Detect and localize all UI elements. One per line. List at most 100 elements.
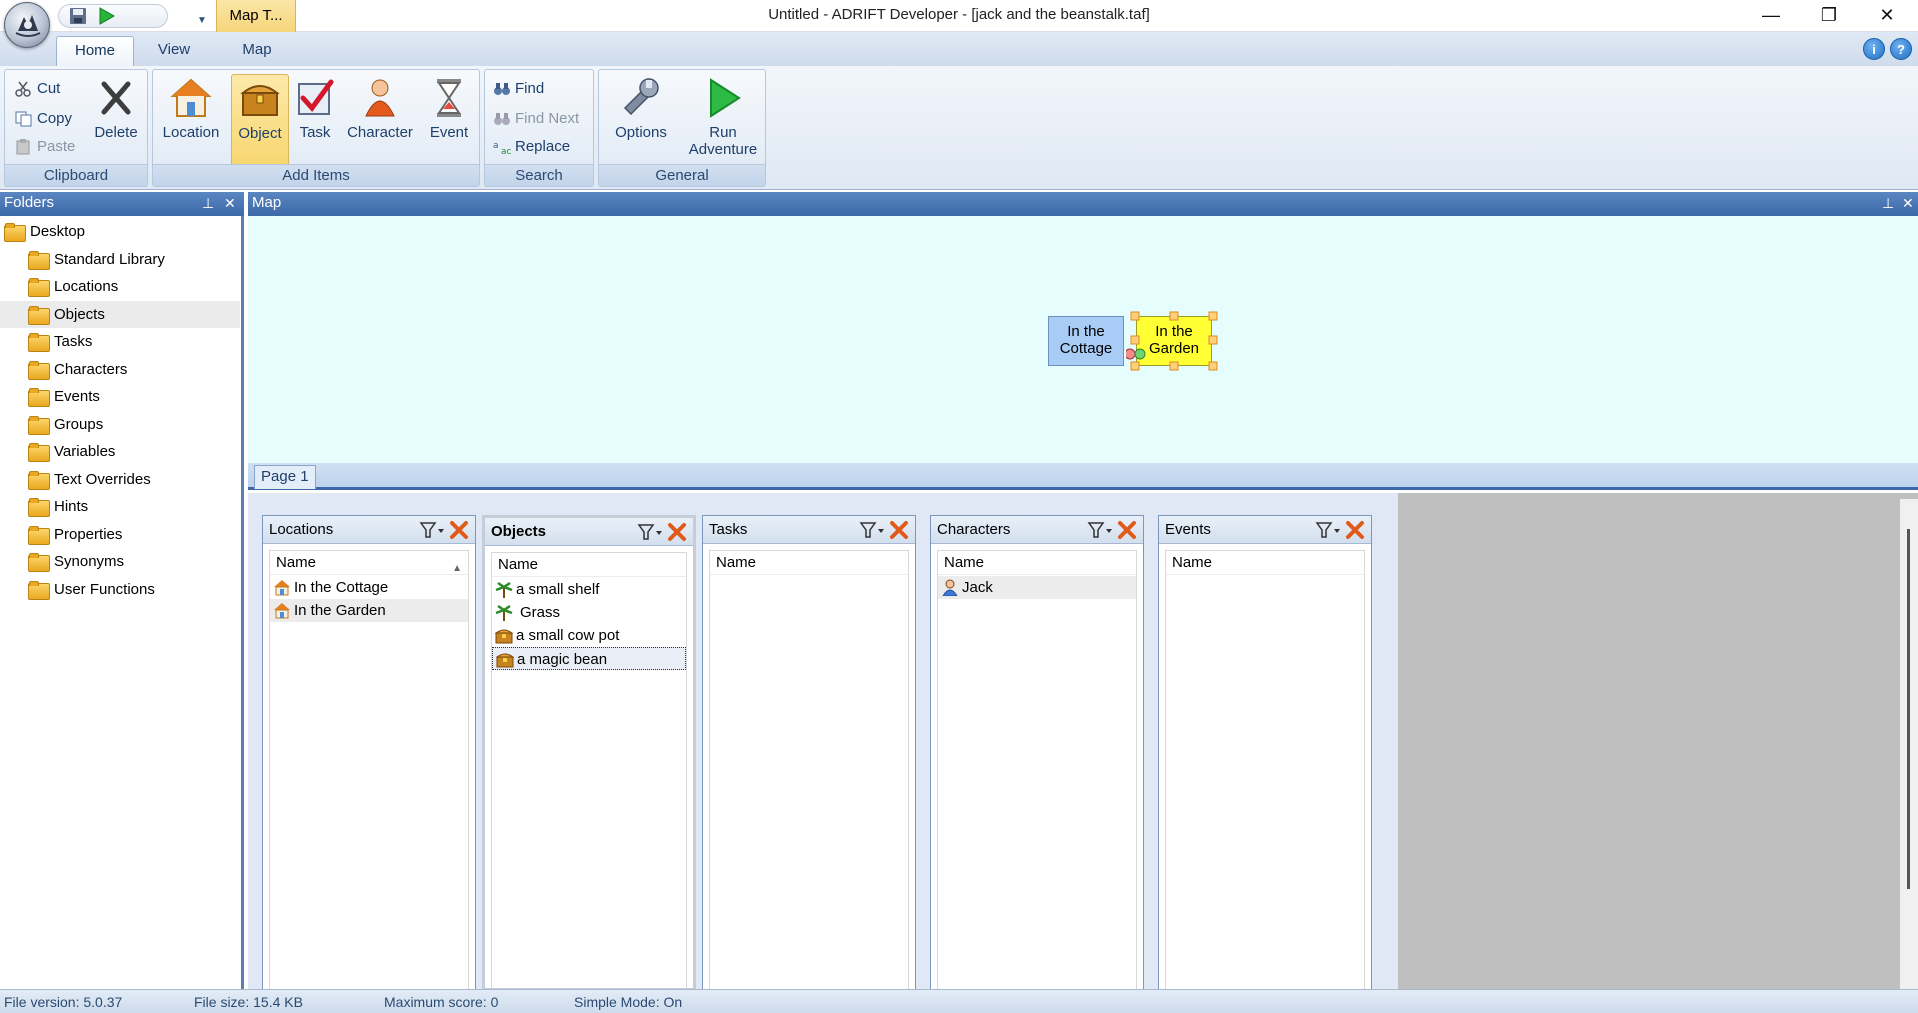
name-column-header[interactable]: Name xyxy=(938,551,1136,575)
list-item[interactable]: Grass xyxy=(492,601,686,624)
folder-events[interactable]: Events xyxy=(0,383,240,410)
filter-icon[interactable] xyxy=(1315,521,1341,539)
map-canvas[interactable]: In the Cottage In the Garden xyxy=(248,216,1918,463)
item-lists-area: Locations Name ▲ In the Cottage In the Ga… xyxy=(248,493,1918,991)
play-icon xyxy=(710,78,741,118)
list-item[interactable]: a magic bean xyxy=(492,647,686,670)
general-group: Options Run Adventure General xyxy=(598,69,766,187)
remove-x-icon[interactable] xyxy=(449,520,469,540)
info-icon[interactable]: i xyxy=(1863,38,1885,60)
characters-list-header: Characters xyxy=(931,516,1143,544)
objects-list[interactable]: Name a small shelf Grass a small cow pot… xyxy=(491,552,687,988)
characters-list[interactable]: Name Jack xyxy=(937,550,1137,990)
find-button[interactable]: Find xyxy=(493,76,544,102)
general-group-label: General xyxy=(599,164,765,186)
filter-icon[interactable] xyxy=(419,521,445,539)
locations-list[interactable]: Name ▲ In the Cottage In the Garden xyxy=(269,550,469,990)
restore-button[interactable]: ❐ xyxy=(1800,0,1858,30)
folder-synonyms[interactable]: Synonyms xyxy=(0,548,240,575)
status-max-score: Maximum score: 0 xyxy=(384,994,499,1010)
minimize-button[interactable]: — xyxy=(1742,0,1800,30)
item-lists-container: Locations Name ▲ In the Cottage In the Ga… xyxy=(248,493,1398,991)
folder-standard-library[interactable]: Standard Library xyxy=(0,246,240,273)
add-event-button[interactable]: Event xyxy=(423,74,475,166)
folder-text-overrides[interactable]: Text Overrides xyxy=(0,466,240,493)
scrollbar-thumb[interactable] xyxy=(1907,529,1910,889)
list-item[interactable]: Jack xyxy=(938,576,1136,599)
delete-button[interactable]: Delete xyxy=(87,74,145,166)
folder-icon xyxy=(28,498,50,517)
name-column-header[interactable]: Name ▲ xyxy=(270,551,468,575)
remove-x-icon[interactable] xyxy=(1117,520,1137,540)
folder-variables[interactable]: Variables xyxy=(0,438,240,465)
run-adventure-button[interactable]: Run Adventure xyxy=(683,74,763,166)
events-list-header: Events xyxy=(1159,516,1371,544)
map-node-cottage[interactable]: In the Cottage xyxy=(1048,316,1124,366)
tab-map[interactable]: Map xyxy=(232,36,282,66)
add-location-button[interactable]: Location xyxy=(159,74,223,166)
close-icon[interactable]: ✕ xyxy=(224,192,236,214)
tasks-list[interactable]: Name xyxy=(709,550,909,990)
list-item[interactable]: a small shelf xyxy=(492,578,686,601)
folder-hints[interactable]: Hints xyxy=(0,493,240,520)
dynamic-object-icon xyxy=(495,629,513,644)
tab-page-1[interactable]: Page 1 xyxy=(254,465,316,489)
pin-icon[interactable]: ⊥ xyxy=(202,192,214,214)
folder-desktop[interactable]: Desktop xyxy=(0,218,240,245)
scissors-icon xyxy=(15,81,31,97)
options-button[interactable]: Options xyxy=(605,74,677,166)
add-items-group-label: Add Items xyxy=(153,164,479,186)
find-next-button[interactable]: Find Next xyxy=(493,106,579,132)
application-menu-button[interactable] xyxy=(4,2,50,48)
folder-user-functions[interactable]: User Functions xyxy=(0,576,240,603)
filter-icon[interactable] xyxy=(859,521,885,539)
add-object-button[interactable]: Object xyxy=(231,74,289,166)
paste-icon xyxy=(16,139,30,155)
name-column-header[interactable]: Name xyxy=(1166,551,1364,575)
pin-icon[interactable]: ⊥ xyxy=(1882,192,1894,214)
folder-groups[interactable]: Groups xyxy=(0,411,240,438)
filter-icon[interactable] xyxy=(1087,521,1113,539)
cut-button[interactable]: Cut xyxy=(15,76,60,102)
list-item[interactable]: a small cow pot xyxy=(492,624,686,647)
folder-properties[interactable]: Properties xyxy=(0,521,240,548)
wrench-icon xyxy=(623,78,659,116)
folder-tasks[interactable]: Tasks xyxy=(0,328,240,355)
save-icon[interactable] xyxy=(69,7,89,25)
add-task-button[interactable]: Task xyxy=(293,74,337,166)
folder-icon xyxy=(28,443,50,462)
quick-access-toolbar: ▼ xyxy=(58,4,207,28)
folder-locations[interactable]: Locations xyxy=(0,273,240,300)
close-button[interactable]: ✕ xyxy=(1858,0,1916,30)
svg-text:a: a xyxy=(493,141,499,151)
list-item[interactable]: In the Cottage xyxy=(270,576,468,599)
remove-x-icon[interactable] xyxy=(1345,520,1365,540)
list-item[interactable]: In the Garden xyxy=(270,599,468,622)
remove-x-icon[interactable] xyxy=(667,522,687,542)
paste-button[interactable]: Paste xyxy=(15,134,75,160)
folder-objects[interactable]: Objects xyxy=(0,301,240,328)
qat-dropdown-icon[interactable]: ▼ xyxy=(197,15,207,26)
folder-characters[interactable]: Characters xyxy=(0,356,240,383)
copy-button[interactable]: Copy xyxy=(15,106,72,132)
treasure-chest-icon xyxy=(240,85,280,116)
folder-icon xyxy=(28,251,50,270)
run-icon[interactable] xyxy=(97,7,117,25)
filter-icon[interactable] xyxy=(637,523,663,541)
add-character-button[interactable]: Character xyxy=(343,74,417,166)
tab-view[interactable]: View xyxy=(150,36,198,66)
remove-x-icon[interactable] xyxy=(889,520,909,540)
close-icon[interactable]: ✕ xyxy=(1902,192,1914,214)
name-column-header[interactable]: Name xyxy=(710,551,908,575)
folder-icon xyxy=(28,526,50,545)
tab-home[interactable]: Home xyxy=(56,36,134,66)
lists-vertical-scrollbar[interactable] xyxy=(1900,499,1918,989)
folders-tree: Desktop Standard Library Locations Objec… xyxy=(0,216,244,989)
name-column-header[interactable]: Name xyxy=(492,553,686,577)
map-tools-context-tab[interactable]: Map T... xyxy=(216,0,296,32)
dynamic-object-icon xyxy=(496,653,514,668)
help-icon[interactable]: ? xyxy=(1890,38,1912,60)
status-file-version: File version: 5.0.37 xyxy=(4,994,123,1010)
replace-button[interactable]: a ac Replace xyxy=(493,134,570,160)
events-list[interactable]: Name xyxy=(1165,550,1365,990)
